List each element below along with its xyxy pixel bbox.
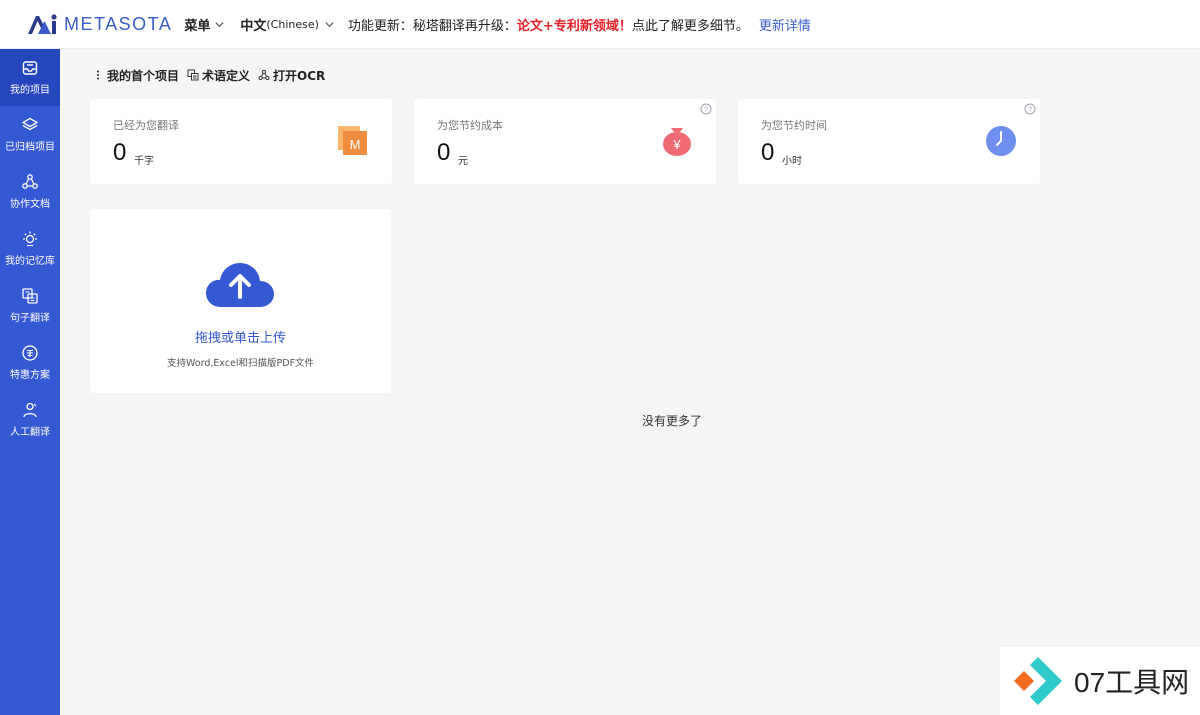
sidebar: 我的项目 已归档项目 协作文档 我的记忆库 句子翻译 特惠方案 人工翻译 <box>0 49 60 715</box>
upload-description: 支持Word,Excel和扫描版PDF文件 <box>166 358 315 369</box>
sidebar-item-collab-docs[interactable]: 协作文档 <box>0 163 60 220</box>
menu-dropdown[interactable]: 菜单 <box>184 15 224 34</box>
news-suffix: 点此了解更多细节。 <box>631 18 749 34</box>
chevron-down-icon <box>215 21 224 27</box>
list-end-message: 没有更多了 <box>641 414 702 428</box>
sidebar-item-label: 我的记忆库 <box>5 256 55 267</box>
stat-label: 为您节约成本 <box>437 119 503 132</box>
sidebar-item-memory[interactable]: 我的记忆库 <box>0 220 60 277</box>
update-announcement[interactable]: 功能更新：秘塔翻译再升级： 论文+专利新领域！ 点此了解更多细节。 更新详情 <box>348 15 811 34</box>
news-highlight: 论文+专利新领域！ <box>516 18 632 34</box>
glossary-label: 术语定义 <box>202 68 251 83</box>
watermark-text: 07工具网 <box>1074 667 1190 698</box>
sidebar-item-my-projects[interactable]: 我的项目 <box>0 49 60 106</box>
project-toolbar: 我的首个项目 术语定义 打开OCR <box>92 66 333 84</box>
layers-icon <box>21 117 39 131</box>
sidebar-item-human-translate[interactable]: 人工翻译 <box>0 391 60 448</box>
svg-text:M: M <box>350 137 361 152</box>
help-icon[interactable]: ? <box>1024 103 1036 115</box>
stat-unit: 元 <box>458 156 468 167</box>
sidebar-item-label: 人工翻译 <box>10 427 50 438</box>
upload-title: 拖拽或单击上传 <box>194 331 286 346</box>
clock-icon <box>986 126 1016 156</box>
help-icon[interactable]: ? <box>700 103 712 115</box>
sidebar-item-label: 已归档项目 <box>5 142 55 153</box>
stat-value: 0 <box>437 139 451 166</box>
collab-icon <box>22 174 38 189</box>
upload-dropzone[interactable]: 拖拽或单击上传 支持Word,Excel和扫描版PDF文件 <box>90 209 391 393</box>
logo[interactable]: METASOTA <box>26 0 172 49</box>
top-header: METASOTA 菜单 中文 (Chinese) 功能更新：秘塔翻译再升级： 论… <box>0 0 1200 49</box>
sidebar-item-label: 我的项目 <box>10 85 50 96</box>
bulb-icon <box>23 231 37 247</box>
project-name: 我的首个项目 <box>107 68 180 83</box>
stat-value: 0 <box>761 139 775 166</box>
glossary-button[interactable]: 术语定义 <box>187 67 250 84</box>
stat-card-cost-saved: 为您节约成本 0 元 ¥ ? <box>414 99 716 184</box>
sidebar-item-label: 句子翻译 <box>10 313 50 324</box>
money-bag-icon: ¥ <box>663 128 691 156</box>
watermark-logo-icon <box>1014 657 1062 705</box>
glossary-icon <box>187 69 199 81</box>
update-details-link[interactable]: 更新详情 <box>759 15 811 34</box>
stat-card-translated: 已经为您翻译 0 千字 M <box>90 99 392 184</box>
stat-label: 为您节约时间 <box>761 119 827 132</box>
sidebar-item-archived[interactable]: 已归档项目 <box>0 106 60 163</box>
person-icon <box>23 402 37 418</box>
discount-icon <box>22 345 38 361</box>
ocr-label: 打开OCR <box>273 68 326 83</box>
chevron-down-icon <box>325 21 334 27</box>
svg-text:?: ? <box>704 107 708 114</box>
document-m-icon: M <box>338 126 367 155</box>
language-dropdown[interactable]: 中文 (Chinese) <box>240 15 334 34</box>
watermark: 07工具网 <box>1000 647 1200 715</box>
ocr-icon <box>258 69 270 81</box>
brand-name: METASOTA <box>64 13 173 34</box>
news-prefix: 功能更新：秘塔翻译再升级： <box>347 18 517 34</box>
stat-unit: 小时 <box>782 156 802 167</box>
metasota-logo-icon <box>28 14 57 34</box>
stat-label: 已经为您翻译 <box>113 119 179 132</box>
stat-unit: 千字 <box>134 156 154 167</box>
ocr-button[interactable]: 打开OCR <box>258 67 325 84</box>
sidebar-item-sentence-translate[interactable]: 句子翻译 <box>0 277 60 334</box>
stat-card-time-saved: 为您节约时间 0 小时 ? <box>738 99 1040 184</box>
svg-text:¥: ¥ <box>672 137 681 152</box>
sidebar-item-label: 特惠方案 <box>10 370 50 381</box>
svg-text:?: ? <box>1028 107 1032 114</box>
project-switcher[interactable]: 我的首个项目 <box>92 67 179 84</box>
language-label: 中文 <box>240 18 267 34</box>
more-vertical-icon <box>97 70 99 80</box>
sidebar-item-discount[interactable]: 特惠方案 <box>0 334 60 391</box>
sidebar-item-label: 协作文档 <box>10 199 50 210</box>
cloud-upload-icon <box>206 263 274 307</box>
menu-label: 菜单 <box>184 18 211 34</box>
language-sub-label: (Chinese) <box>266 17 319 31</box>
inbox-icon <box>22 61 38 75</box>
translate-icon <box>22 288 38 304</box>
stat-value: 0 <box>113 139 127 166</box>
